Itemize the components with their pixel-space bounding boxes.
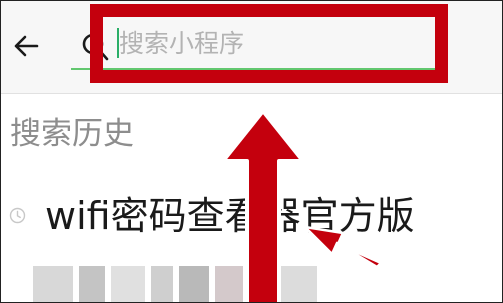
annotation-highlight-box xyxy=(90,4,448,83)
search-history-title: 搜索历史 xyxy=(10,116,134,152)
back-arrow-icon xyxy=(14,35,39,57)
history-item[interactable]: wifi密码查看器官方版 xyxy=(1,178,502,254)
history-item-label: wifi密码查看器官方版 xyxy=(45,194,415,238)
history-item-obscured xyxy=(1,254,502,302)
back-button[interactable] xyxy=(11,29,41,63)
blurred-content xyxy=(33,266,333,302)
header-divider xyxy=(1,93,502,94)
search-page: 搜索历史 wifi密码查看器官方版 xyxy=(0,0,503,303)
clock-icon xyxy=(9,207,26,224)
